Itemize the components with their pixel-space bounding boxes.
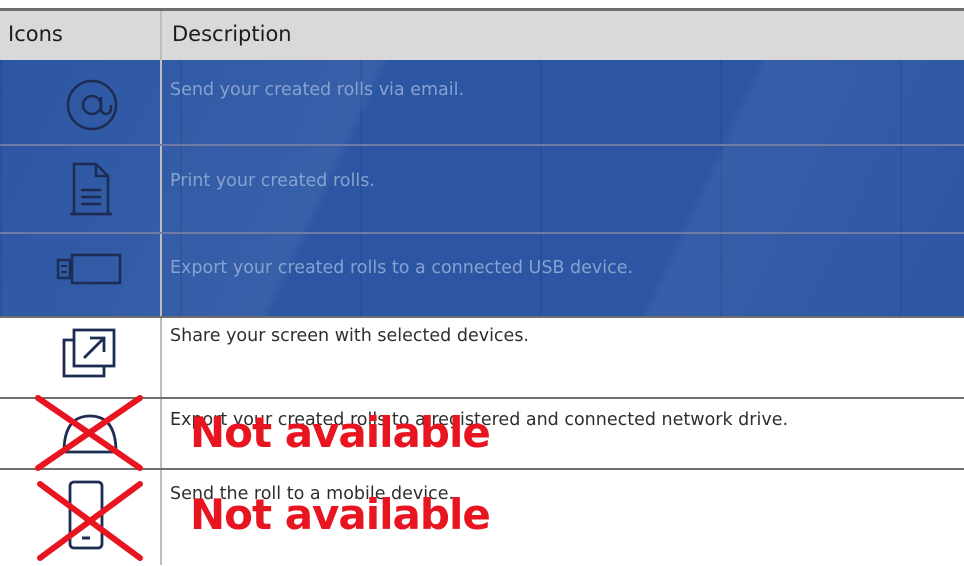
table-header — [0, 11, 964, 60]
not-available-label: Not available — [190, 408, 491, 457]
red-cross-mark — [28, 392, 148, 476]
at-sign-icon — [64, 77, 120, 137]
row-2-description: Print your created rolls. — [170, 171, 375, 191]
row-divider — [0, 316, 964, 318]
row-3-description: Export your created rolls to a connected… — [170, 258, 634, 278]
row-1-description: Send your created rolls via email. — [170, 80, 465, 100]
share-screen-icon — [60, 326, 118, 384]
row-divider — [0, 232, 964, 234]
column-divider — [160, 11, 162, 565]
blue-overlay — [0, 60, 964, 318]
red-cross-mark — [32, 478, 148, 566]
header-description: Description — [172, 22, 292, 46]
row-divider — [0, 144, 964, 146]
document-print-icon — [68, 160, 114, 222]
header-icons: Icons — [8, 22, 63, 46]
row-4-description: Share your screen with selected devices. — [170, 326, 529, 346]
usb-export-icon — [54, 252, 124, 290]
not-available-label: Not available — [190, 490, 491, 539]
